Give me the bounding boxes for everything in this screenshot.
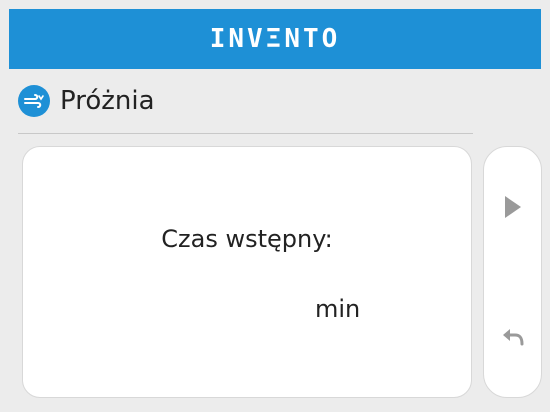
side-panel [483,146,542,398]
setting-unit: min [315,295,360,323]
brand-text-start: INV [209,24,266,54]
fan-wind-icon [18,85,50,117]
back-arrow-icon [502,329,523,346]
play-icon [504,196,521,218]
setting-card[interactable]: Czas wstępny: min [22,146,472,398]
brand-text-mid: Ξ [265,24,285,54]
back-button[interactable] [484,307,541,367]
brand-logo: INVΞNTO [210,24,341,54]
top-bar: INVΞNTO [9,9,541,69]
section-header: Próżnia [18,78,155,124]
setting-label: Czas wstępny: [161,225,333,253]
brand-text-end: NTO [284,24,341,54]
unit-label: min [315,295,361,323]
divider [18,133,473,134]
section-title: Próżnia [60,86,155,116]
play-button[interactable] [484,177,541,237]
